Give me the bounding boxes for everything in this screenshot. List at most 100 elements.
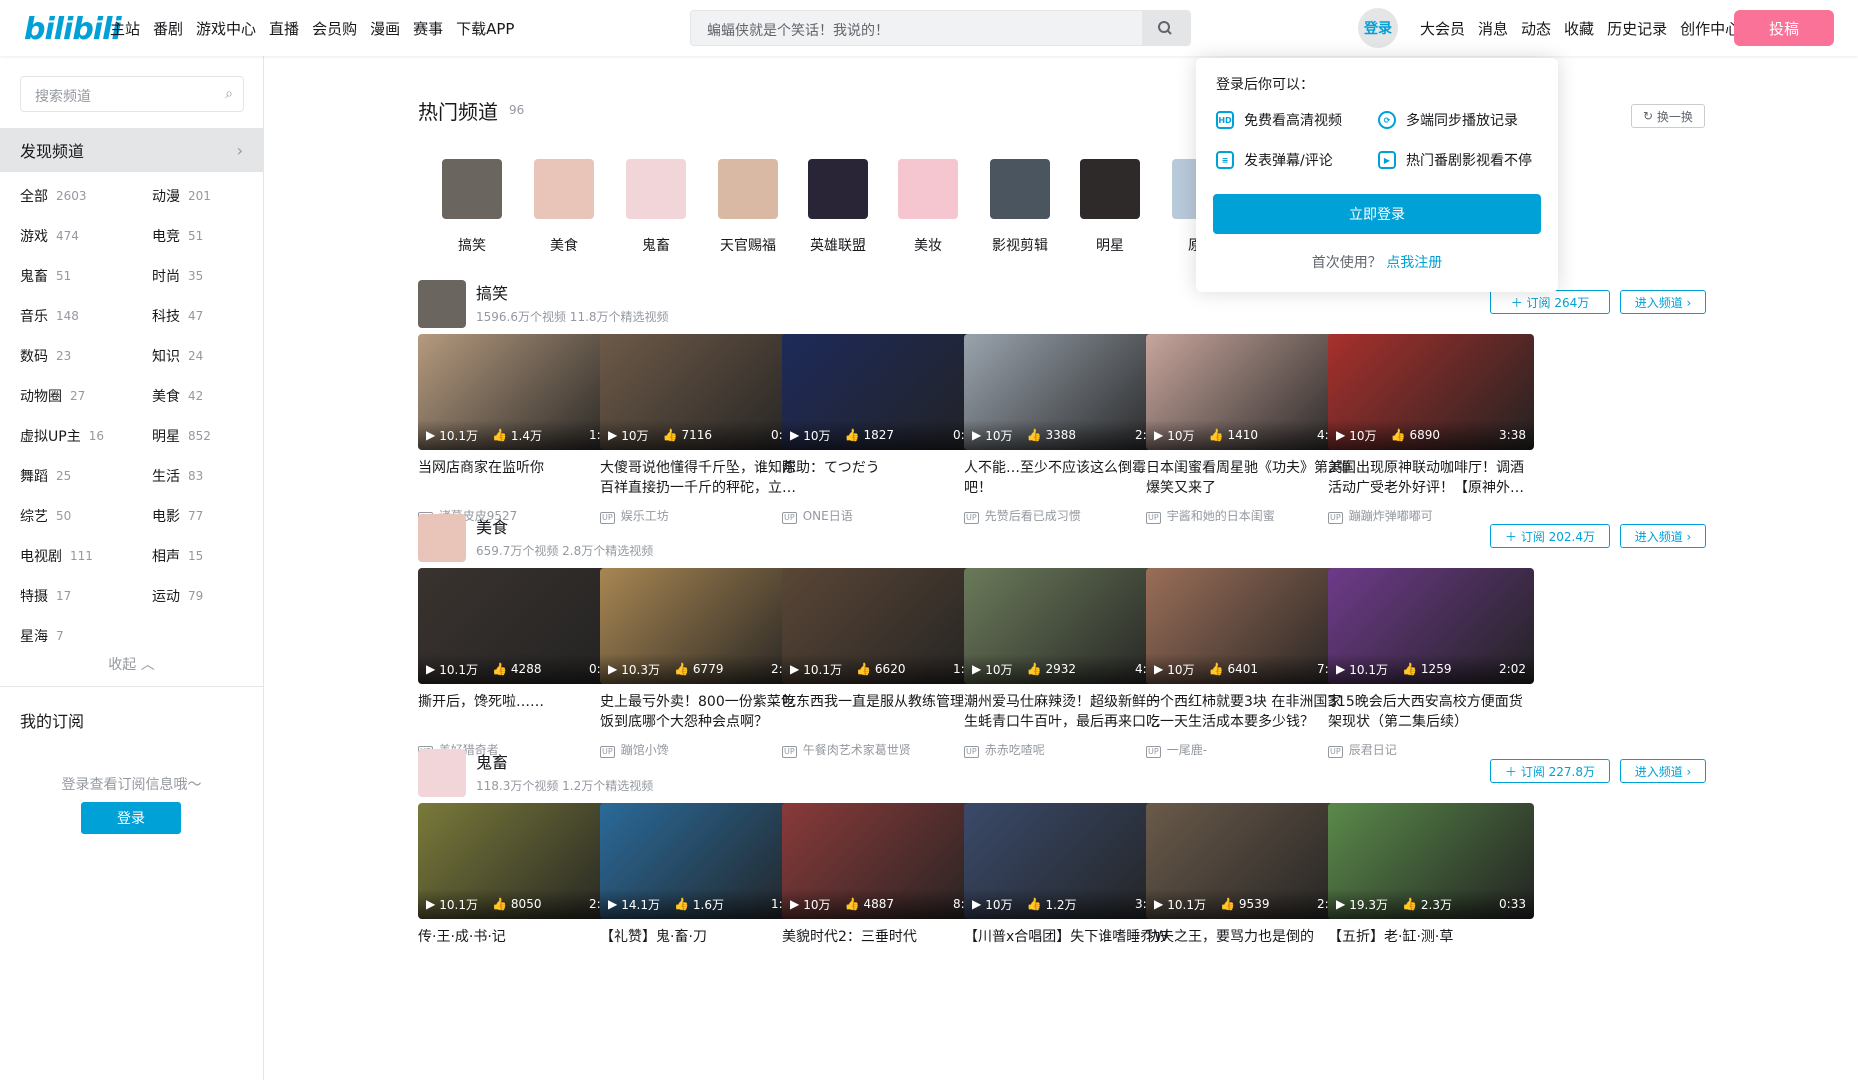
- video-thumbnail[interactable]: ▶10.1万👍1.4万1:31: [418, 334, 624, 450]
- channel-search-input[interactable]: 搜索频道 ⌕: [20, 76, 244, 112]
- video-card[interactable]: ▶14.1万👍1.6万1:26 【礼赞】鬼·畜·刀: [600, 803, 806, 967]
- video-card[interactable]: ▶10万👍14104:52日本闺蜜看周星驰《功夫》第2弹 爆笑又来了UP宇酱和她…: [1146, 334, 1352, 524]
- category-item[interactable]: 知识 24: [152, 336, 260, 376]
- video-thumbnail[interactable]: ▶10万👍29324:33: [964, 568, 1170, 684]
- video-card[interactable]: ▶10.1万👍1.4万1:31当网店商家在监听你UP诸葛皮皮9527: [418, 334, 624, 524]
- video-card[interactable]: ▶10万👍29324:33 潮州爱马仕麻辣烫！超级新鲜的生蚝青口牛百叶，最后再来口…: [964, 568, 1170, 758]
- category-item[interactable]: 电竞 51: [152, 216, 260, 256]
- video-title[interactable]: 人不能…至少不应该这么倒霉吧！: [964, 458, 1170, 498]
- video-title[interactable]: 美国出现原神联动咖啡厅！调酒活动广受老外好评！【原神外…: [1328, 458, 1534, 498]
- video-thumbnail[interactable]: ▶ 10.1万 👍 1259 2:02: [1328, 568, 1534, 684]
- video-thumbnail[interactable]: ▶ 10万 👍 6890 3:38: [1328, 334, 1534, 450]
- enter-channel-button[interactable]: 进入频道 ›: [1620, 290, 1706, 314]
- video-card[interactable]: ▶10.1万👍95392:44 功夫之王，要骂力也是倒的: [1146, 803, 1352, 967]
- video-card[interactable]: ▶10万👍71160:40大傻哥说他懂得千斤坠，谁知陈百祥直接扔一千斤的秤砣，立…: [600, 334, 806, 524]
- section-avatar[interactable]: [418, 514, 466, 562]
- video-thumbnail[interactable]: ▶10.3万👍67792:46: [600, 568, 806, 684]
- category-item[interactable]: 电影 77: [152, 496, 260, 536]
- video-title[interactable]: 【川普x合唱团】失下谁嗜睡乔W: [964, 927, 1170, 967]
- category-item[interactable]: 生活 83: [152, 456, 260, 496]
- video-title[interactable]: 美貌时代2：三垂时代: [782, 927, 988, 967]
- category-item[interactable]: 特摄 17: [20, 576, 152, 616]
- video-thumbnail[interactable]: ▶10.1万👍80502:03: [418, 803, 624, 919]
- section-name[interactable]: 搞笑: [476, 280, 508, 304]
- category-item[interactable]: 时尚 35: [152, 256, 260, 296]
- login-avatar[interactable]: 登录: [1358, 8, 1398, 48]
- section-name[interactable]: 鬼畜: [476, 749, 508, 773]
- subscribe-button[interactable]: ＋ 订阅 227.8万: [1490, 759, 1610, 783]
- nav-vip[interactable]: 大会员: [1420, 18, 1465, 39]
- nav-esports[interactable]: 赛事: [413, 18, 443, 39]
- nav-main-site[interactable]: 主站: [110, 18, 140, 39]
- section-avatar[interactable]: [418, 280, 466, 328]
- category-item[interactable]: 全部 2603: [20, 176, 152, 216]
- video-title[interactable]: 撕开后，馋死啦……: [418, 692, 624, 732]
- video-card[interactable]: ▶ 10.1万 👍 1259 2:02 315晚会后大西安高校方便面货架现状（第二集后续）…: [1328, 568, 1534, 758]
- video-thumbnail[interactable]: ▶10万👍71160:40: [600, 334, 806, 450]
- category-item[interactable]: 电视剧 111: [20, 536, 152, 576]
- video-title[interactable]: 【礼赞】鬼·畜·刀: [600, 927, 806, 967]
- category-item[interactable]: 美食 42: [152, 376, 260, 416]
- collapse-button[interactable]: 收起 ︿: [0, 654, 263, 674]
- nav-live[interactable]: 直播: [269, 18, 299, 39]
- category-item[interactable]: 虚拟UP主 16: [20, 416, 152, 456]
- video-thumbnail[interactable]: ▶10.1万👍95392:44: [1146, 803, 1352, 919]
- nav-favorites[interactable]: 收藏: [1564, 18, 1594, 39]
- video-title[interactable]: 吃东西我一直是服从教练管理: [782, 692, 988, 732]
- video-title[interactable]: 潮州爱马仕麻辣烫！超级新鲜的生蚝青口牛百叶，最后再来口…: [964, 692, 1170, 732]
- category-item[interactable]: 综艺 50: [20, 496, 152, 536]
- video-card[interactable]: ▶10.1万👍66201:49吃东西我一直是服从教练管理UP午餐肉艺术家葛世贤: [782, 568, 988, 758]
- nav-messages[interactable]: 消息: [1478, 18, 1508, 39]
- video-card[interactable]: ▶ 10万 👍 6890 3:38 美国出现原神联动咖啡厅！调酒活动广受老外好评！【原神外…: [1328, 334, 1534, 524]
- video-thumbnail[interactable]: ▶10万👍64017:10: [1146, 568, 1352, 684]
- video-title[interactable]: 功夫之王，要骂力也是倒的: [1146, 927, 1352, 967]
- nav-anime[interactable]: 番剧: [153, 18, 183, 39]
- discover-channels[interactable]: 发现频道 ›: [0, 128, 263, 172]
- video-thumbnail[interactable]: ▶10万👍18270:46: [782, 334, 988, 450]
- search-button[interactable]: [1142, 11, 1190, 45]
- enter-channel-button[interactable]: 进入频道 ›: [1620, 524, 1706, 548]
- video-thumbnail[interactable]: ▶10万👍48878:15: [782, 803, 988, 919]
- refresh-button[interactable]: ↻ 换一换: [1631, 104, 1705, 128]
- login-now-button[interactable]: 立即登录: [1213, 194, 1541, 234]
- video-title[interactable]: 传·王·成·书·记: [418, 927, 624, 967]
- category-item[interactable]: 运动 79: [152, 576, 260, 616]
- video-card[interactable]: ▶ 19.3万 👍 2.3万 0:33 【五折】老·缸·测·草: [1328, 803, 1534, 967]
- nav-creator-center[interactable]: 创作中心: [1680, 18, 1740, 39]
- video-card[interactable]: ▶10万👍18270:46帮助：てつだうUPONE日语: [782, 334, 988, 524]
- category-item[interactable]: 鬼畜 51: [20, 256, 152, 296]
- subscribe-button[interactable]: ＋ 订阅 264万: [1490, 290, 1610, 314]
- video-card[interactable]: ▶10万👍1.2万3:38 【川普x合唱团】失下谁嗜睡乔W: [964, 803, 1170, 967]
- category-item[interactable]: 游戏 474: [20, 216, 152, 256]
- video-title[interactable]: 日本闺蜜看周星驰《功夫》第2弹 爆笑又来了: [1146, 458, 1352, 498]
- nav-mall[interactable]: 会员购: [312, 18, 357, 39]
- video-title[interactable]: 【五折】老·缸·测·草: [1328, 927, 1534, 967]
- video-thumbnail[interactable]: ▶ 19.3万 👍 2.3万 0:33: [1328, 803, 1534, 919]
- subscribe-button[interactable]: ＋ 订阅 202.4万: [1490, 524, 1610, 548]
- category-item[interactable]: 动漫 201: [152, 176, 260, 216]
- search-input[interactable]: 蝙蝠侠就是个笑话！我说的！: [690, 10, 1191, 46]
- section-name[interactable]: 美食: [476, 514, 508, 538]
- video-thumbnail[interactable]: ▶10.1万👍66201:49: [782, 568, 988, 684]
- video-card[interactable]: ▶10万👍33882:36人不能…至少不应该这么倒霉吧！UP先赞后看已成习惯: [964, 334, 1170, 524]
- section-avatar[interactable]: [418, 749, 466, 797]
- video-card[interactable]: ▶10万👍48878:15 美貌时代2：三垂时代: [782, 803, 988, 967]
- video-card[interactable]: ▶10.1万👍42880:16撕开后，馋死啦……UP美好猎奇者: [418, 568, 624, 758]
- nav-manga[interactable]: 漫画: [370, 18, 400, 39]
- enter-channel-button[interactable]: 进入频道 ›: [1620, 759, 1706, 783]
- video-title[interactable]: 当网店商家在监听你: [418, 458, 624, 498]
- video-title[interactable]: 帮助：てつだう: [782, 458, 988, 498]
- nav-game-center[interactable]: 游戏中心: [196, 18, 256, 39]
- video-title[interactable]: 一个西红柿就要3块 在非洲国家吃一天生活成本要多少钱？: [1146, 692, 1352, 732]
- video-thumbnail[interactable]: ▶14.1万👍1.6万1:26: [600, 803, 806, 919]
- category-item[interactable]: 舞蹈 25: [20, 456, 152, 496]
- video-card[interactable]: ▶10.3万👍67792:46史上最亏外卖！800一份紫菜包饭到底哪个大怨种会点…: [600, 568, 806, 758]
- video-thumbnail[interactable]: ▶10万👍14104:52: [1146, 334, 1352, 450]
- upload-button[interactable]: 投稿: [1734, 10, 1834, 46]
- nav-download-app[interactable]: 下载APP: [456, 18, 514, 39]
- video-thumbnail[interactable]: ▶10万👍1.2万3:38: [964, 803, 1170, 919]
- category-item[interactable]: 星海 7: [20, 616, 152, 656]
- category-item[interactable]: 动物圈 27: [20, 376, 152, 416]
- nav-history[interactable]: 历史记录: [1607, 18, 1667, 39]
- category-item[interactable]: 科技 47: [152, 296, 260, 336]
